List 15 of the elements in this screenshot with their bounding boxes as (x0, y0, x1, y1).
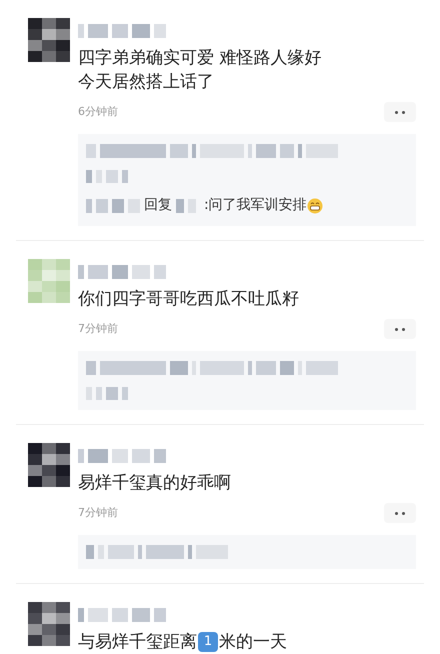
comment-text: 四字弟弟确实可爱 难怪路人缘好 今天居然搭上话了 (78, 47, 322, 94)
comment-text: 米的一天 (219, 631, 287, 654)
timestamp: 6分钟前 (78, 104, 118, 120)
reply-label: 回复 (144, 196, 172, 215)
more-button[interactable] (384, 102, 416, 122)
more-button[interactable] (384, 319, 416, 339)
timestamp: 7分钟前 (78, 320, 118, 337)
timestamp: 7分钟前 (78, 504, 118, 521)
keycap-icon: 1 (198, 632, 218, 652)
reply-text: :问了我军训安排 (204, 196, 307, 215)
comment-text: 你们四字哥哥吃西瓜不吐瓜籽 (78, 288, 300, 311)
grin-emoji-icon (306, 198, 323, 214)
comment-text: 易烊千玺真的好乖啊 (78, 472, 232, 495)
more-button[interactable] (384, 503, 416, 523)
comment-text: 与易烊千玺距离 (78, 631, 197, 654)
